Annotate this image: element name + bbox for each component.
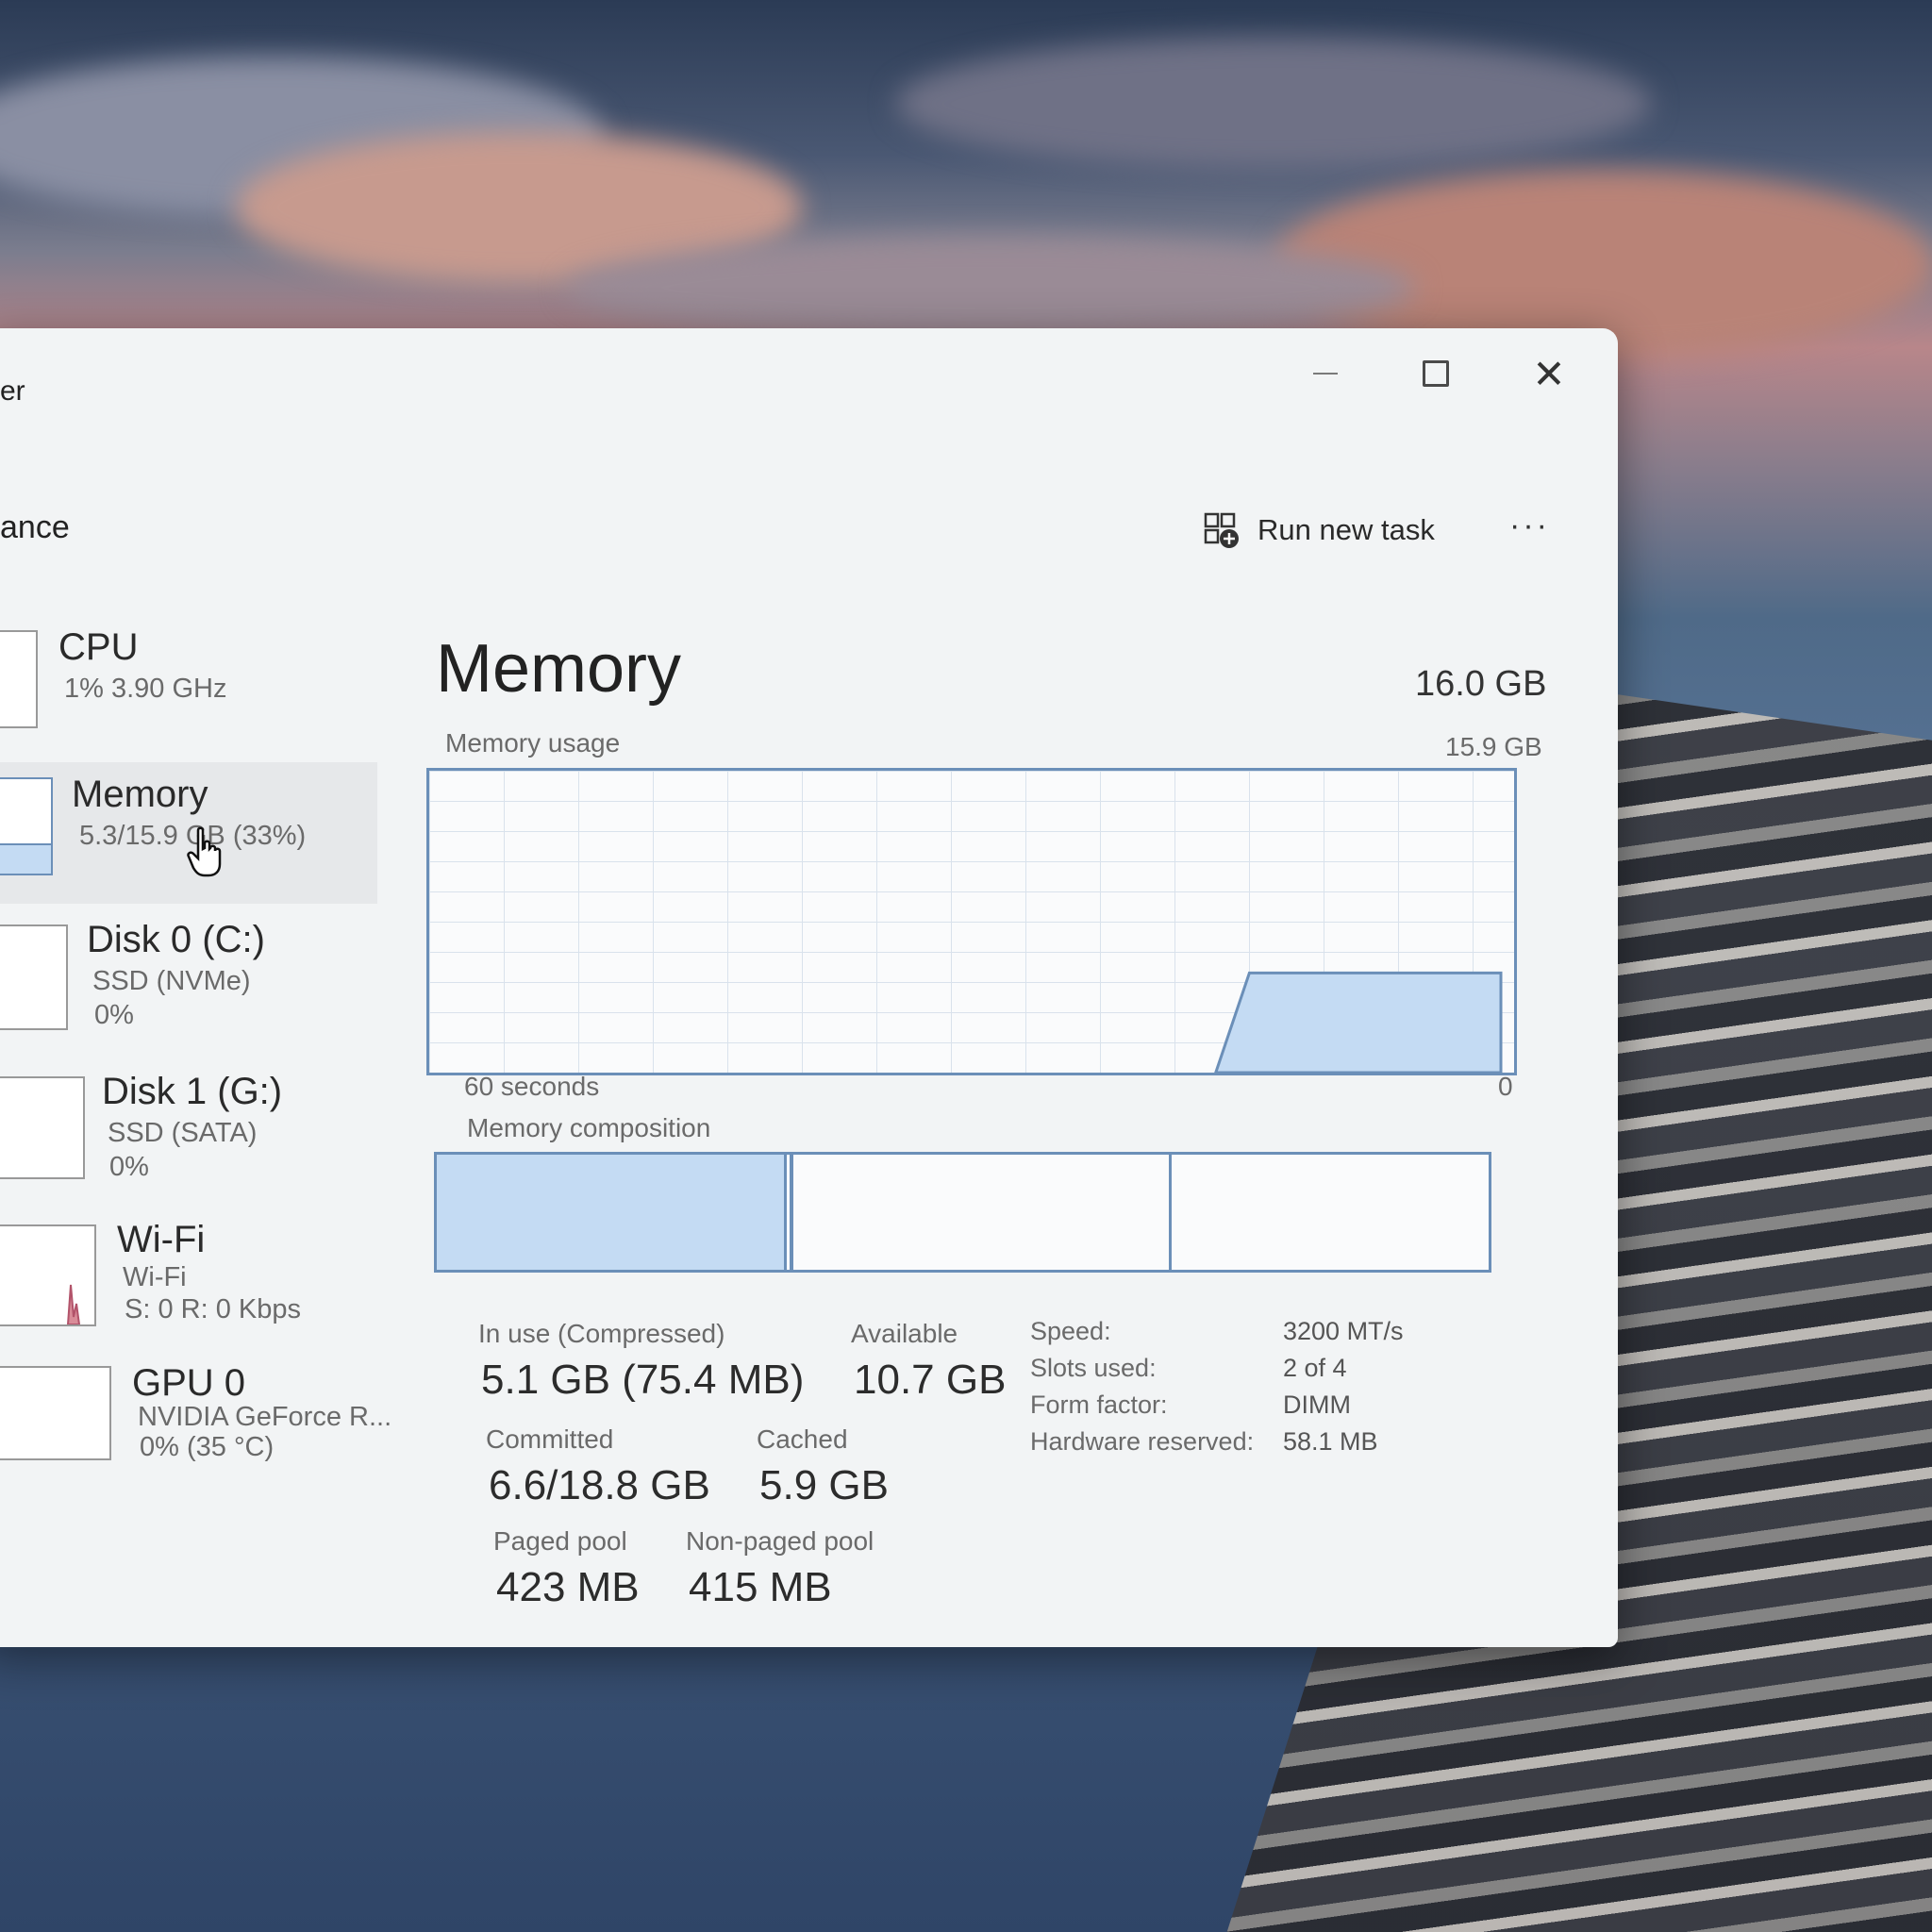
composition-in-use <box>437 1155 787 1270</box>
main-title: Memory <box>436 631 682 707</box>
sidebar-item-title: Wi-Fi <box>117 1219 206 1260</box>
sidebar-item-title: Disk 1 (G:) <box>102 1071 283 1112</box>
memory-thumbnail <box>0 777 53 875</box>
committed-label: Committed <box>486 1424 614 1454</box>
cached-value: 5.9 GB <box>759 1462 889 1508</box>
slots-used-label: Slots used: <box>1030 1354 1157 1382</box>
sidebar-item-throughput: S: 0 R: 0 Kbps <box>125 1294 301 1324</box>
run-task-icon <box>1204 512 1239 548</box>
memory-composition-label: Memory composition <box>467 1113 711 1142</box>
more-options-button[interactable]: ··· <box>1509 508 1550 544</box>
sidebar-item-temperature: 0% (35 °C) <box>140 1432 275 1462</box>
cloud <box>566 236 1415 340</box>
hardware-reserved-value: 58.1 MB <box>1283 1427 1378 1456</box>
memory-usage-label: Memory usage <box>445 728 621 758</box>
cpu-thumbnail <box>0 630 38 728</box>
minimize-button[interactable] <box>1297 347 1354 400</box>
hardware-reserved-label: Hardware reserved: <box>1030 1427 1255 1456</box>
window-title: er <box>0 375 25 407</box>
disk0-thumbnail <box>0 924 68 1030</box>
composition-free <box>1172 1155 1489 1270</box>
available-label: Available <box>851 1319 958 1348</box>
non-paged-pool-value: 415 MB <box>689 1564 832 1610</box>
hand-cursor-icon <box>187 826 222 877</box>
available-value: 10.7 GB <box>854 1357 1007 1403</box>
sidebar-item-title: Disk 0 (C:) <box>87 919 265 960</box>
maximize-button[interactable] <box>1407 347 1464 400</box>
sidebar-item-detail: NVIDIA GeForce R... <box>138 1402 392 1432</box>
committed-value: 6.6/18.8 GB <box>489 1462 710 1508</box>
task-manager-window[interactable]: er ✕ ance Run new task ··· CPU 1% 3.90 G… <box>0 328 1618 1647</box>
composition-standby <box>793 1155 1172 1270</box>
run-new-task-button[interactable]: Run new task <box>1203 511 1435 549</box>
slots-used-value: 2 of 4 <box>1283 1354 1347 1382</box>
memory-usage-graph <box>426 768 1517 1075</box>
speed-value: 3200 MT/s <box>1283 1317 1404 1345</box>
graph-time-end: 0 <box>1498 1072 1513 1101</box>
non-paged-pool-label: Non-paged pool <box>686 1526 874 1556</box>
paged-pool-label: Paged pool <box>493 1526 627 1556</box>
sidebar-item-title: CPU <box>58 626 139 668</box>
sidebar-item-percent: 0% <box>109 1152 149 1182</box>
memory-total: 16.0 GB <box>1415 664 1547 704</box>
sidebar-item-detail: SSD (SATA) <box>108 1118 258 1148</box>
memory-usage-max: 15.9 GB <box>1445 732 1542 761</box>
wifi-thumbnail <box>0 1224 96 1326</box>
cached-label: Cached <box>757 1424 848 1454</box>
page-title: ance <box>0 509 70 545</box>
disk1-thumbnail <box>0 1076 85 1179</box>
speed-label: Speed: <box>1030 1317 1111 1345</box>
form-factor-value: DIMM <box>1283 1391 1351 1419</box>
sidebar-item-detail: Wi-Fi <box>123 1262 187 1292</box>
sidebar-item-detail: SSD (NVMe) <box>92 966 251 996</box>
in-use-value: 5.1 GB (75.4 MB) <box>481 1357 805 1403</box>
gpu0-thumbnail <box>0 1366 111 1460</box>
close-icon: ✕ <box>1532 351 1566 396</box>
in-use-label: In use (Compressed) <box>478 1319 725 1348</box>
close-button[interactable]: ✕ <box>1521 347 1577 400</box>
sidebar-item-title: GPU 0 <box>132 1362 246 1404</box>
memory-composition-bar <box>434 1152 1491 1273</box>
sidebar-item-percent: 0% <box>94 1000 134 1030</box>
paged-pool-value: 423 MB <box>496 1564 640 1610</box>
sidebar-item-title: Memory <box>72 774 208 815</box>
graph-time-start: 60 seconds <box>464 1072 600 1101</box>
memory-usage-area <box>1214 971 1503 1073</box>
cloud <box>896 38 1651 170</box>
run-new-task-label: Run new task <box>1257 513 1435 546</box>
sidebar-item-detail: 1% 3.90 GHz <box>64 674 227 704</box>
form-factor-label: Form factor: <box>1030 1391 1168 1419</box>
